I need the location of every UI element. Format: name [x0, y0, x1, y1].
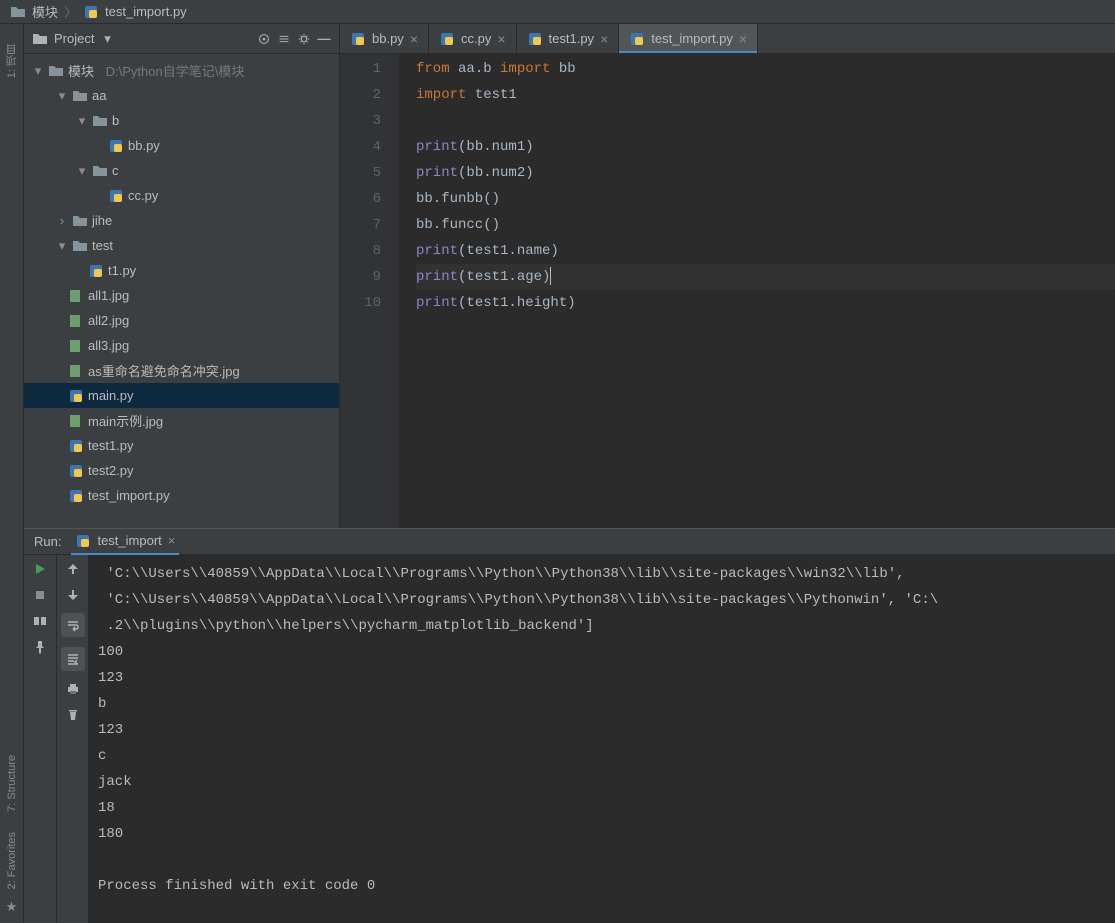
breadcrumb: 模块 〉 test_import.py [0, 0, 1115, 24]
tab-active[interactable]: test_import.py× [619, 24, 758, 53]
tab[interactable]: test1.py× [517, 24, 620, 53]
layout-icon[interactable] [32, 613, 48, 629]
tool-structure-tab[interactable]: 7: Structure [6, 755, 18, 812]
code-area[interactable]: 12345678910 from aa.b import bb import t… [340, 54, 1115, 528]
close-icon[interactable]: × [168, 533, 176, 548]
left-tool-strip: 1: 项目 7: Structure 2: Favorites ★ [0, 24, 24, 923]
soft-wrap-icon[interactable] [61, 613, 85, 637]
pin-icon[interactable] [32, 639, 48, 655]
editor: bb.py× cc.py× test1.py× test_import.py× … [340, 24, 1115, 528]
run-title: Run: [34, 534, 61, 549]
tree-folder[interactable]: ▾test [24, 233, 339, 258]
run-console[interactable]: 'C:\\Users\\40859\\AppData\\Local\\Progr… [88, 555, 1115, 923]
tree-file[interactable]: all3.jpg [24, 333, 339, 358]
sidebar-header: Project ▾ — [24, 24, 339, 54]
tab[interactable]: cc.py× [429, 24, 517, 53]
collapse-icon[interactable] [277, 32, 291, 46]
tree-folder[interactable]: ›jihe [24, 208, 339, 233]
sidebar-title[interactable]: Project [54, 31, 94, 46]
scroll-to-end-icon[interactable] [61, 647, 85, 671]
run-header: Run: test_import × [24, 529, 1115, 555]
rerun-icon[interactable] [32, 561, 48, 577]
tree-file[interactable]: test1.py [24, 433, 339, 458]
close-icon[interactable]: × [410, 31, 418, 47]
arrow-down-icon[interactable] [65, 587, 81, 603]
hide-icon[interactable]: — [317, 32, 331, 46]
tab[interactable]: bb.py× [340, 24, 429, 53]
close-icon[interactable]: × [739, 31, 747, 47]
folder-icon [10, 4, 26, 20]
tree-file-selected[interactable]: main.py [24, 383, 339, 408]
python-file-icon [83, 4, 99, 20]
tree-root[interactable]: ▾模块 D:\Python自学笔记\模块 [24, 58, 339, 83]
chevron-down-icon[interactable]: ▾ [100, 32, 114, 46]
tool-project-tab[interactable]: 1: 项目 [4, 44, 20, 78]
run-toolbar-left2 [56, 555, 88, 923]
line-gutter: 12345678910 [340, 54, 400, 528]
breadcrumb-root[interactable]: 模块 [32, 2, 58, 21]
run-panel: Run: test_import × [24, 528, 1115, 923]
star-icon: ★ [6, 899, 18, 915]
target-locate-icon[interactable] [257, 32, 271, 46]
editor-tabs: bb.py× cc.py× test1.py× test_import.py× [340, 24, 1115, 54]
project-icon [32, 31, 48, 47]
chevron-right-icon: 〉 [64, 2, 77, 21]
breadcrumb-file[interactable]: test_import.py [105, 4, 187, 19]
fold-column [400, 54, 410, 528]
print-icon[interactable] [65, 681, 81, 697]
tree-file[interactable]: as重命名避免命名冲突.jpg [24, 358, 339, 383]
stop-icon[interactable] [32, 587, 48, 603]
tree-file[interactable]: test2.py [24, 458, 339, 483]
tree-file[interactable]: all2.jpg [24, 308, 339, 333]
tree-file[interactable]: cc.py [24, 183, 339, 208]
code-content[interactable]: from aa.b import bb import test1 print(b… [410, 54, 1115, 528]
tree-file[interactable]: test_import.py [24, 483, 339, 508]
tool-favorites-tab[interactable]: 2: Favorites [6, 832, 18, 889]
arrow-up-icon[interactable] [65, 561, 81, 577]
tree-file[interactable]: main示例.jpg [24, 408, 339, 433]
tree-file[interactable]: t1.py [24, 258, 339, 283]
trash-icon[interactable] [65, 707, 81, 723]
tree-file[interactable]: all1.jpg [24, 283, 339, 308]
tree-folder[interactable]: ▾b [24, 108, 339, 133]
gear-icon[interactable] [297, 32, 311, 46]
close-icon[interactable]: × [600, 31, 608, 47]
python-file-icon [75, 533, 91, 549]
tree-folder[interactable]: ▾c [24, 158, 339, 183]
project-sidebar: Project ▾ — ▾模块 D:\Python自学笔记\模块 ▾aa ▾b … [24, 24, 340, 528]
close-icon[interactable]: × [497, 31, 505, 47]
run-toolbar-left [24, 555, 56, 923]
tree-file[interactable]: bb.py [24, 133, 339, 158]
cursor-caret [550, 267, 551, 285]
tree-folder[interactable]: ▾aa [24, 83, 339, 108]
project-tree[interactable]: ▾模块 D:\Python自学笔记\模块 ▾aa ▾b bb.py ▾c cc.… [24, 54, 339, 528]
run-tab[interactable]: test_import × [71, 529, 179, 555]
